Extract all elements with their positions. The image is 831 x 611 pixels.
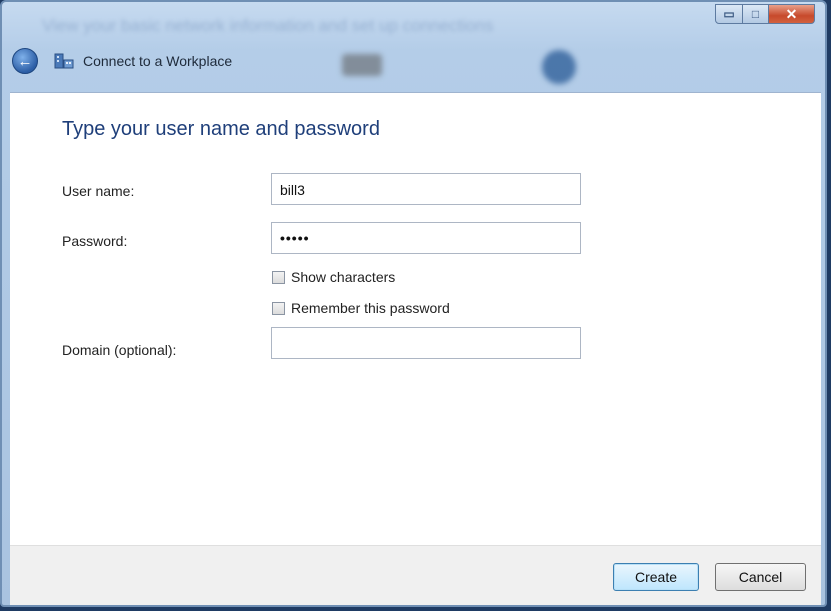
window-controls: ▭ □ ✕ (715, 4, 815, 24)
show-characters-label: Show characters (291, 269, 396, 285)
network-workplace-icon (54, 53, 74, 69)
username-field[interactable]: bill3 (271, 173, 581, 205)
maximize-icon: □ (751, 7, 760, 21)
domain-field[interactable] (271, 327, 581, 359)
minimize-button[interactable]: ▭ (715, 4, 743, 24)
background-blob-icon (342, 54, 382, 76)
domain-label: Domain (optional): (62, 342, 177, 358)
remember-password-label: Remember this password (291, 300, 450, 316)
page-heading: Type your user name and password (62, 118, 380, 140)
username-label: User name: (62, 183, 135, 199)
password-label: Password: (62, 233, 128, 249)
dialog-window: View your basic network information and … (0, 0, 827, 607)
remember-password-checkbox[interactable] (272, 301, 285, 315)
back-arrow-icon: ← (17, 52, 33, 70)
maximize-button[interactable]: □ (743, 4, 769, 24)
window-title: Connect to a Workplace (83, 53, 233, 69)
show-characters-checkbox[interactable] (272, 270, 285, 284)
dialog-footer: Create Cancel (10, 545, 821, 605)
background-globe-icon (542, 50, 576, 84)
remember-password-option[interactable]: Remember this password (272, 300, 450, 316)
minimize-icon: ▭ (723, 7, 735, 21)
background-caption: View your basic network information and … (42, 16, 494, 35)
content-panel: Type your user name and password User na… (10, 92, 821, 546)
close-icon: ✕ (785, 5, 798, 22)
password-field[interactable]: ••••• (271, 222, 581, 254)
create-button[interactable]: Create (613, 563, 699, 591)
cancel-button[interactable]: Cancel (715, 563, 806, 591)
close-button[interactable]: ✕ (769, 4, 815, 24)
back-button[interactable]: ← (12, 48, 38, 74)
show-characters-option[interactable]: Show characters (272, 269, 395, 285)
